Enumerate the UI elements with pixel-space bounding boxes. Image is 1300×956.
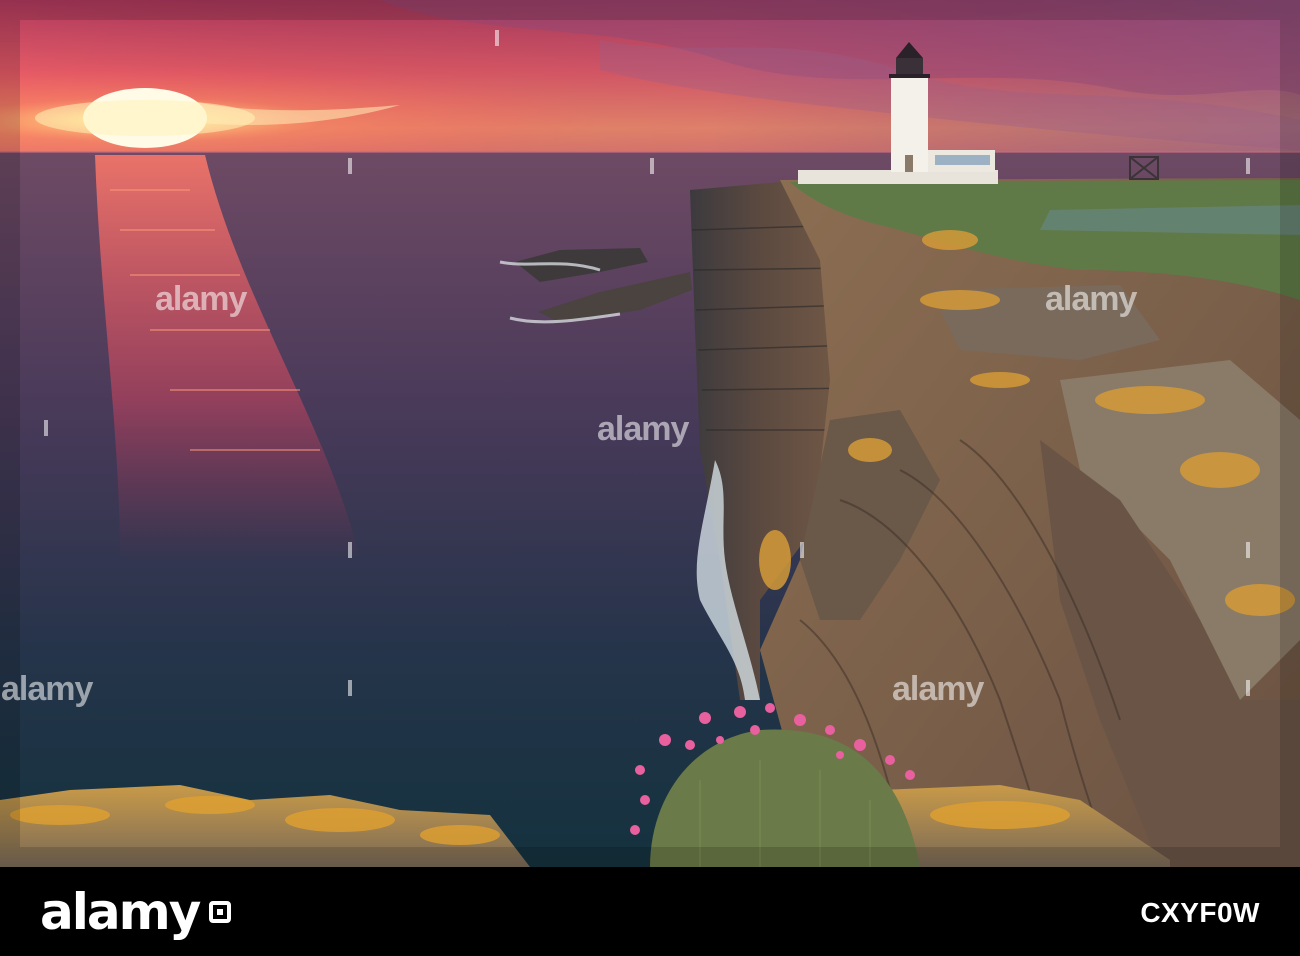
brand-name: alamy	[40, 883, 201, 941]
brand-logo: alamy	[40, 883, 232, 941]
watermark-tick	[44, 420, 48, 436]
watermark-tick	[1246, 158, 1250, 174]
watermark-tick	[1246, 542, 1250, 558]
watermark: alamy	[155, 280, 247, 318]
watermark-tick	[495, 30, 499, 46]
watermark-tick	[348, 542, 352, 558]
footer-bar: alamy CXYF0W	[0, 867, 1300, 956]
watermark: alamy	[892, 670, 984, 708]
watermark: alamy	[1045, 280, 1137, 318]
watermark-tick	[348, 158, 352, 174]
image-code: CXYF0W	[1140, 897, 1260, 928]
brand-mark-icon	[209, 901, 232, 923]
watermark-tick	[348, 680, 352, 696]
watermark: alamy	[1, 670, 93, 708]
watermark-tick	[800, 542, 804, 558]
watermark-tick	[1246, 680, 1250, 696]
watermark: alamy	[597, 410, 689, 448]
watermark-tick	[650, 158, 654, 174]
